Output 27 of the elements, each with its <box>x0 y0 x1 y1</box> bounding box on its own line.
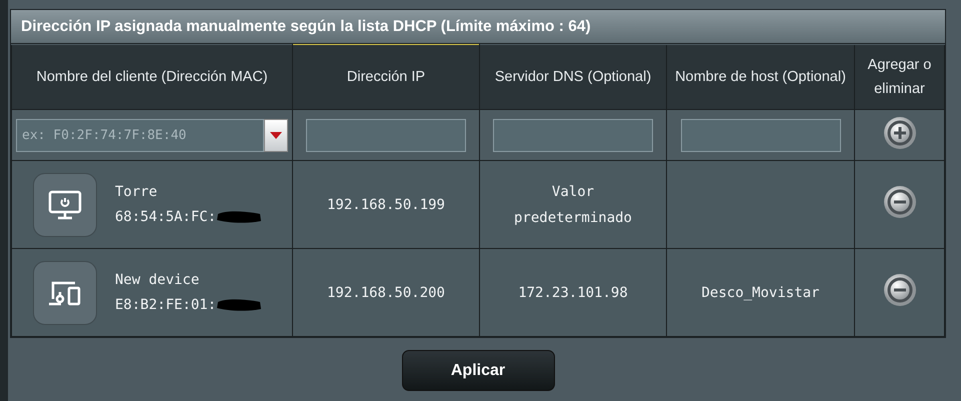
caret-icon <box>270 132 282 138</box>
devices-icon[interactable] <box>33 260 97 324</box>
mac-address: E8:B2:FE:01: <box>115 297 216 313</box>
mac-address: 68:54:5A:FC: <box>115 209 216 225</box>
ip-cell: 192.168.50.199 <box>292 160 480 248</box>
dns-field[interactable] <box>493 118 653 152</box>
column-header: Servidor DNS (Optional) <box>480 44 666 110</box>
monitor-icon[interactable] <box>33 172 97 236</box>
remove-button[interactable] <box>882 273 916 307</box>
client-name: New device <box>115 272 200 288</box>
ip-cell: 192.168.50.200 <box>292 248 480 336</box>
client-field[interactable]: ex: F0:2F:74:7F:8E:40 <box>16 118 264 152</box>
dns-cell: 172.23.101.98 <box>480 248 666 336</box>
dns-cell: Valor predeterminado <box>480 160 666 248</box>
apply-button[interactable]: Aplicar <box>402 350 554 391</box>
host-field[interactable] <box>680 118 840 152</box>
host-cell: Desco_Movistar <box>666 248 854 336</box>
client-name: Torre <box>115 184 158 200</box>
add-button[interactable] <box>882 116 916 150</box>
column-header: Agregar o eliminar <box>854 44 944 110</box>
column-header: Nombre de host (Optional) <box>666 44 854 110</box>
column-header: Dirección IP <box>292 44 480 110</box>
column-header: Nombre del cliente (Dirección MAC) <box>12 44 292 110</box>
ip-field[interactable] <box>306 118 466 152</box>
panel-title: Dirección IP asignada manualmente según la lista DHCP (Límite máximo : 64) <box>11 10 945 44</box>
dropdown-button[interactable] <box>264 118 288 152</box>
remove-button[interactable] <box>882 185 916 219</box>
